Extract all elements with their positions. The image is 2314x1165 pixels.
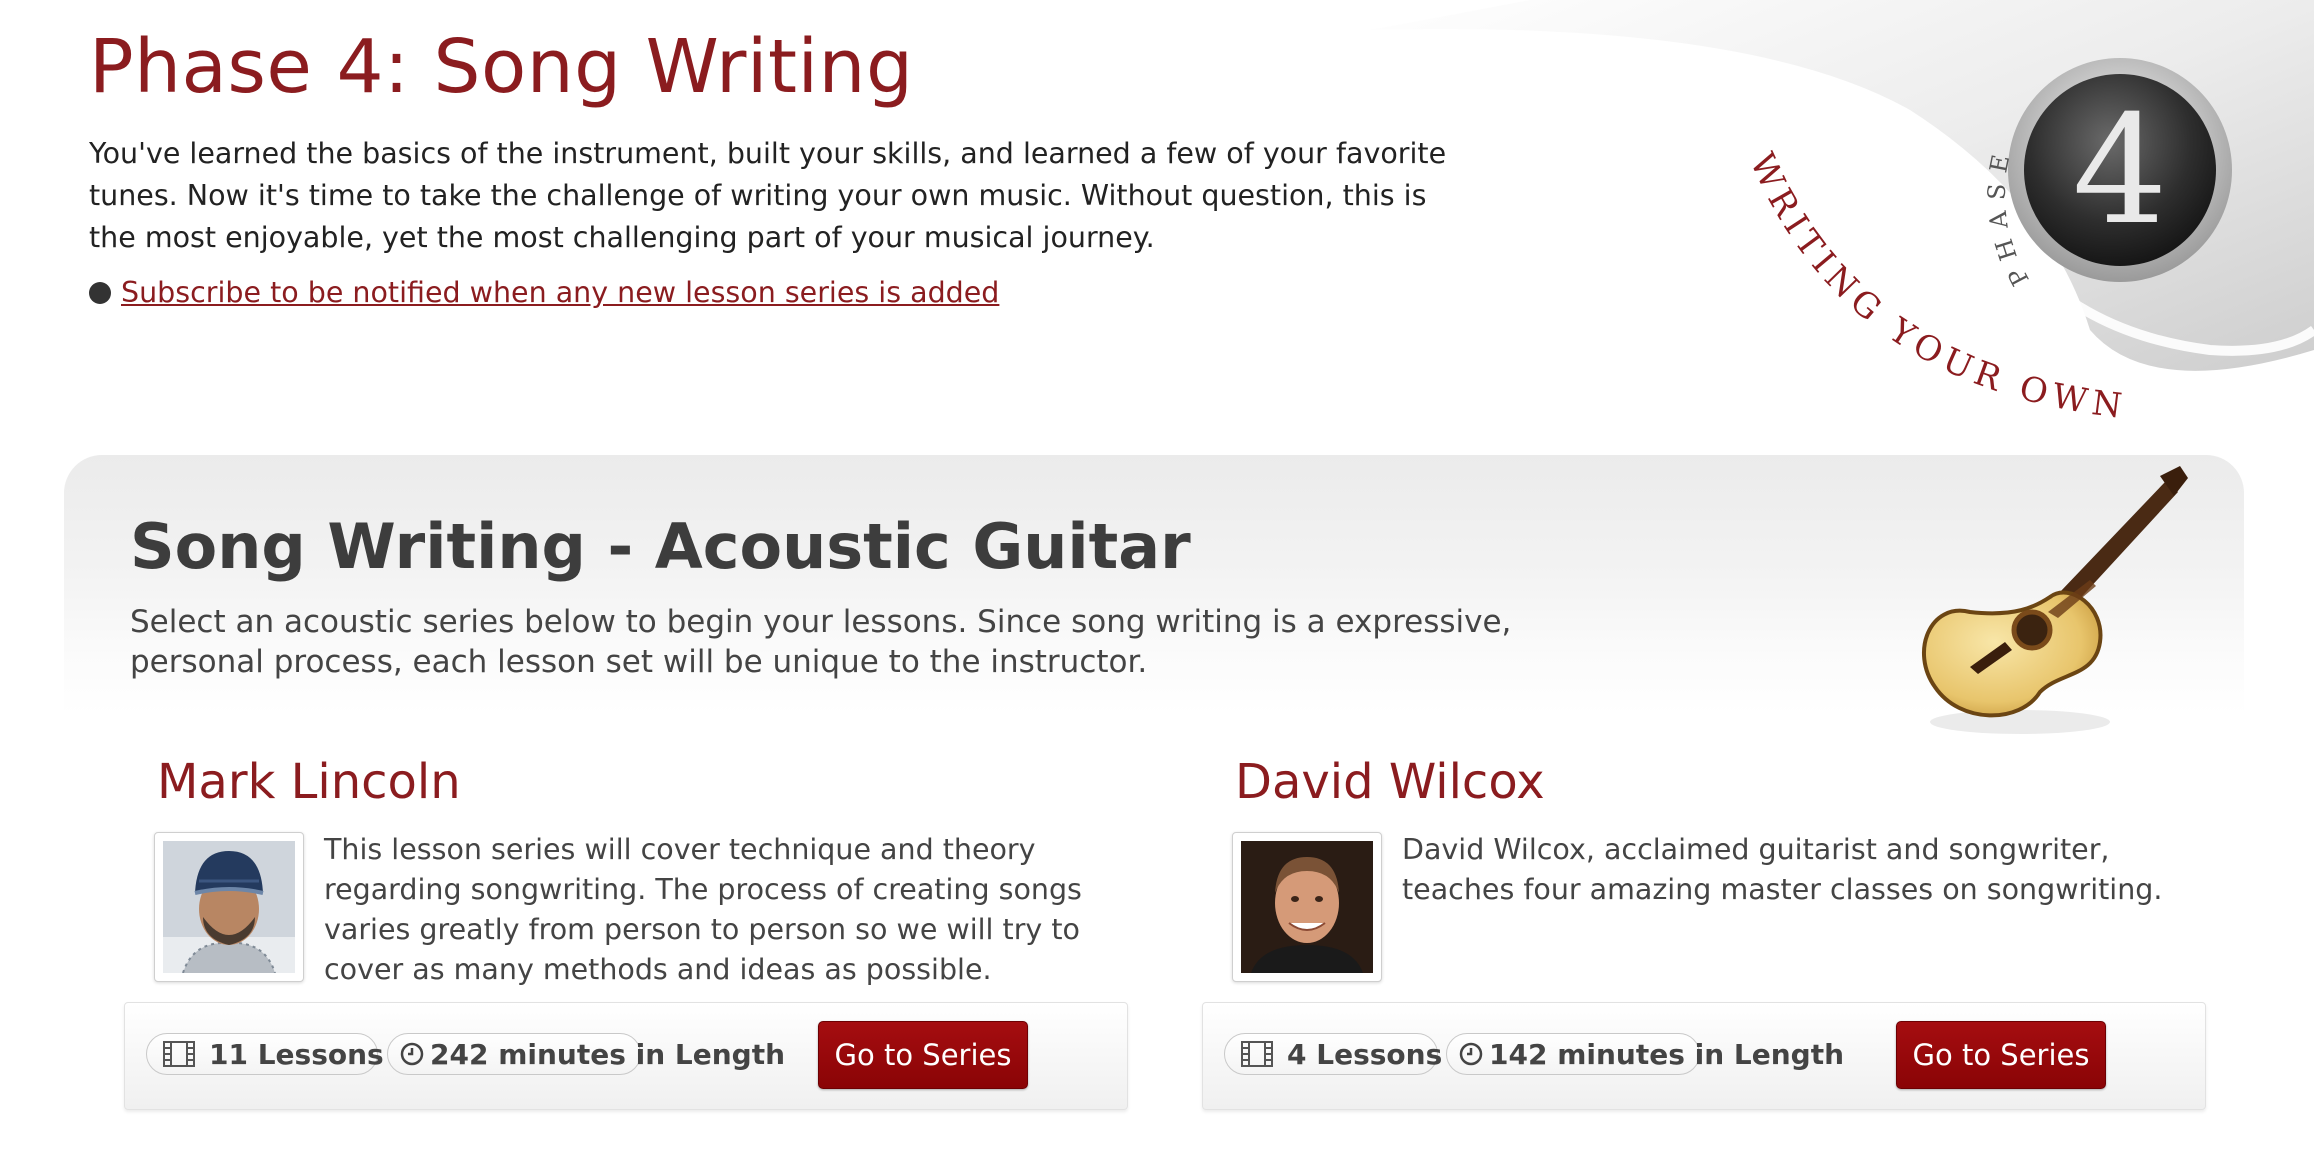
film-icon [1241,1041,1273,1067]
instructor-photo[interactable] [154,832,304,982]
instructor-photo[interactable] [1232,832,1382,982]
avatar [1241,841,1373,973]
series-heading: Song Writing - Acoustic Guitar [130,510,1191,583]
series-stats-bar: 4 Lessons 142 minutes in Length Go to Se… [1202,1002,2206,1110]
subscribe-link[interactable]: Subscribe to be notified when any new le… [121,276,999,309]
lessons-count-badge: 4 Lessons [1224,1033,1442,1075]
instructor-card-david-wilcox: David Wilcox David Wilcox, acclaimed gui… [1202,750,2206,1110]
length-text: 242 minutes in Length [430,1037,786,1071]
clock-icon [400,1042,424,1066]
series-stats-bar: 11 Lessons 242 minutes in Length Go to S… [124,1002,1128,1110]
instructor-bio: David Wilcox, acclaimed guitarist and so… [1402,833,2163,906]
acoustic-guitar-icon [1922,466,2188,734]
instructor-name[interactable]: Mark Lincoln [157,754,461,810]
instructor-name[interactable]: David Wilcox [1235,754,1545,810]
film-icon [163,1041,195,1067]
instructor-bio: This lesson series will cover technique … [324,833,1082,986]
lessons-count: 4 Lessons [1287,1037,1443,1071]
go-to-series-button[interactable]: Go to Series [818,1021,1028,1089]
phase-intro-text: You've learned the basics of the instrum… [89,137,1447,254]
go-to-series-button[interactable]: Go to Series [1896,1021,2106,1089]
lessons-count: 11 Lessons [209,1037,384,1071]
length-badge: 142 minutes in Length [1446,1033,1844,1075]
length-badge: 242 minutes in Length [387,1033,785,1075]
bullet-icon [89,281,111,304]
clock-icon [1459,1042,1483,1066]
instructor-card-mark-lincoln: Mark Lincoln This lesson series will cov… [124,750,1128,1110]
series-description: Select an acoustic series below to begin… [130,604,1512,680]
page-title: Phase 4: Song Writing [89,24,914,110]
phase-4-badge-graphic: 4 WRITING YOUR OWN SONGS PHASE [1330,0,2314,429]
length-text: 142 minutes in Length [1489,1037,1845,1071]
badge-number: 4 [2072,84,2167,258]
lessons-count-badge: 11 Lessons [146,1033,384,1075]
subscribe-row: Subscribe to be notified when any new le… [89,276,999,309]
avatar [163,841,295,973]
